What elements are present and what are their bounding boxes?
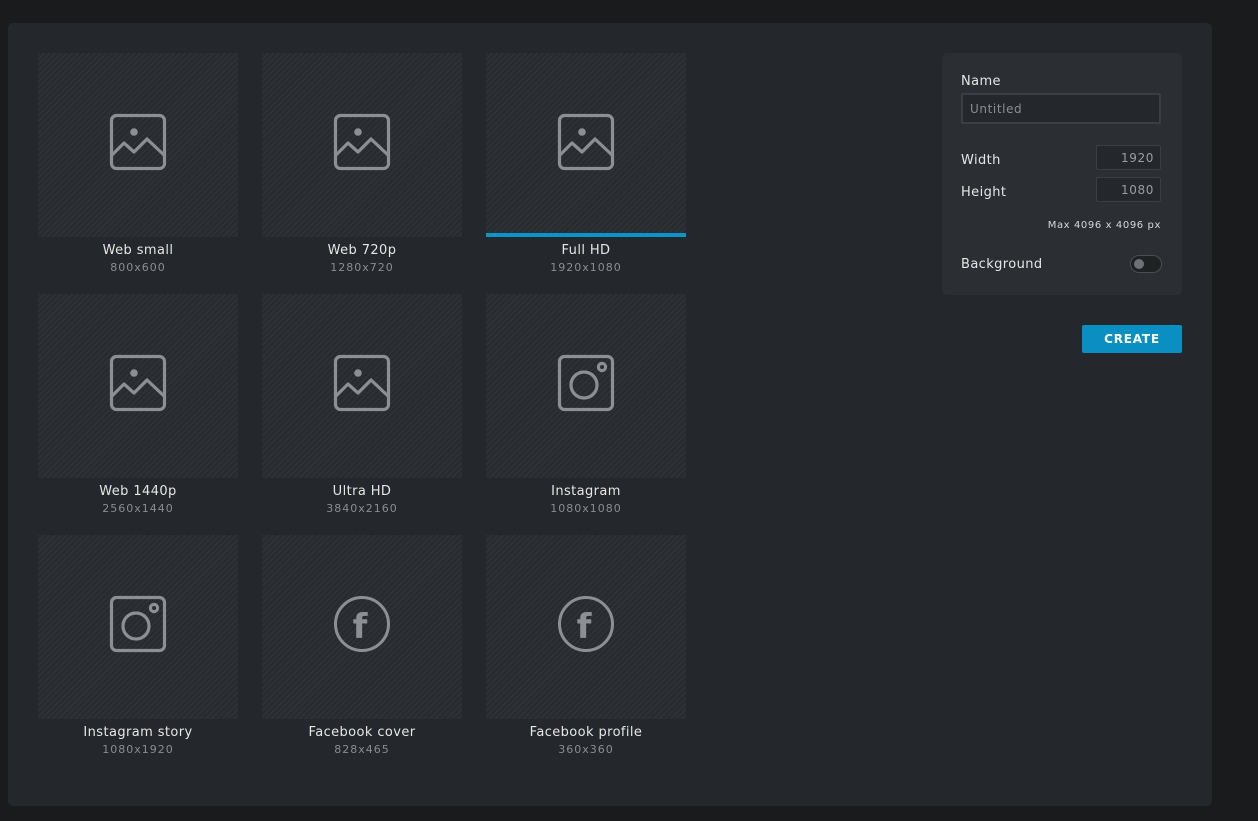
preset-tile[interactable]: Instagram 1080x1080 bbox=[486, 294, 686, 535]
preset-name: Web 1440p bbox=[99, 484, 177, 499]
preset-name: Facebook cover bbox=[308, 725, 416, 740]
preset-size: 800x600 bbox=[110, 261, 166, 274]
preset-name: Web 720p bbox=[327, 243, 397, 258]
preset-size: 1080x1080 bbox=[550, 502, 622, 515]
preset-name: Instagram story bbox=[83, 725, 193, 740]
preset-size: 1920x1080 bbox=[550, 261, 622, 274]
preset-tile[interactable]: f Facebook profile 360x360 bbox=[486, 535, 686, 776]
preset-tile[interactable]: f Facebook cover 828x465 bbox=[262, 535, 462, 776]
preset-tile[interactable]: Web 720p 1280x720 bbox=[262, 53, 462, 294]
preset-size: 1280x720 bbox=[330, 261, 394, 274]
preset-tile[interactable]: Web 1440p 2560x1440 bbox=[38, 294, 238, 535]
max-size-note: Max 4096 x 4096 px bbox=[1047, 220, 1161, 231]
new-document-dialog: Web small 800x600 Web 720p 1280x720 Full HD 1… bbox=[8, 23, 1212, 806]
preset-thumbnail bbox=[38, 294, 238, 478]
preset-thumbnail: f bbox=[262, 535, 462, 719]
svg-text:f: f bbox=[577, 607, 593, 647]
background-label: Background bbox=[961, 257, 1043, 272]
preset-thumbnail bbox=[38, 535, 238, 719]
name-label: Name bbox=[961, 74, 1001, 89]
toggle-knob bbox=[1134, 259, 1144, 269]
selected-indicator bbox=[486, 233, 686, 237]
preset-name: Instagram bbox=[551, 484, 621, 499]
preset-thumbnail: f bbox=[486, 535, 686, 719]
preset-thumbnail bbox=[486, 53, 686, 237]
preset-tile[interactable]: Web small 800x600 bbox=[38, 53, 238, 294]
height-input[interactable] bbox=[1096, 177, 1161, 202]
preset-size: 1080x1920 bbox=[102, 743, 174, 756]
height-label: Height bbox=[961, 185, 1007, 200]
preset-thumbnail bbox=[262, 294, 462, 478]
document-settings-panel: Name Width Height Max 4096 x 4096 px Bac… bbox=[942, 53, 1182, 295]
width-input[interactable] bbox=[1096, 145, 1161, 170]
preset-size: 828x465 bbox=[334, 743, 390, 756]
preset-thumbnail bbox=[38, 53, 238, 237]
preset-name: Facebook profile bbox=[529, 725, 643, 740]
preset-size: 3840x2160 bbox=[326, 502, 398, 515]
name-input[interactable] bbox=[961, 93, 1161, 124]
preset-thumbnail bbox=[486, 294, 686, 478]
create-button[interactable]: CREATE bbox=[1082, 325, 1182, 353]
preset-name: Full HD bbox=[561, 243, 611, 258]
svg-text:f: f bbox=[353, 607, 369, 647]
width-label: Width bbox=[961, 153, 1001, 168]
background-toggle[interactable] bbox=[1130, 255, 1162, 273]
preset-thumbnail bbox=[262, 53, 462, 237]
preset-name: Ultra HD bbox=[332, 484, 392, 499]
preset-tile[interactable]: Instagram story 1080x1920 bbox=[38, 535, 238, 776]
preset-size: 360x360 bbox=[558, 743, 614, 756]
preset-tile[interactable]: Full HD 1920x1080 bbox=[486, 53, 686, 294]
preset-name: Web small bbox=[102, 243, 174, 258]
preset-tile[interactable]: Ultra HD 3840x2160 bbox=[262, 294, 462, 535]
preset-size: 2560x1440 bbox=[102, 502, 174, 515]
